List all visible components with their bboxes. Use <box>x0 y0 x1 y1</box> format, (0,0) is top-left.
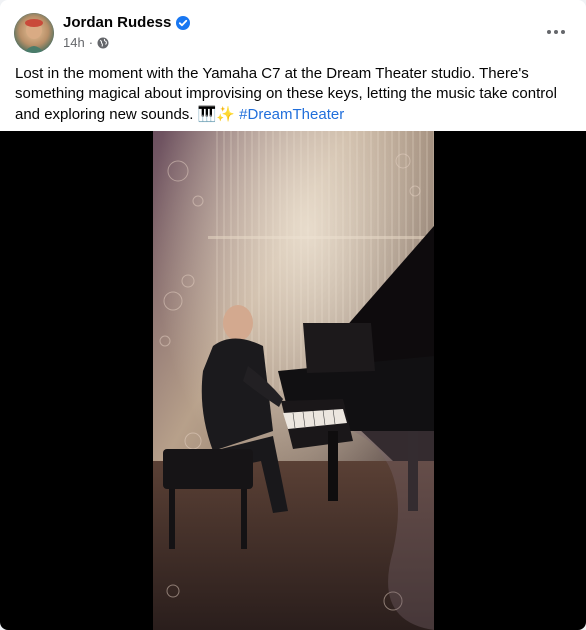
globe-icon[interactable] <box>97 37 109 49</box>
post-caption: Lost in the moment with the Yamaha C7 at… <box>15 64 575 125</box>
more-options-icon[interactable] <box>538 18 574 46</box>
video-player[interactable] <box>153 131 434 630</box>
meta-separator: · <box>88 35 94 50</box>
author-avatar[interactable] <box>14 13 54 53</box>
media-container <box>0 131 586 630</box>
author-name[interactable]: Jordan Rudess <box>63 14 171 31</box>
caption-emojis: 🎹✨ <box>197 105 235 123</box>
post-header: Jordan Rudess 14h · <box>0 0 586 60</box>
verified-badge-icon <box>176 15 191 30</box>
post-card: Jordan Rudess 14h · Lost in the moment w… <box>0 0 586 630</box>
hashtag-link[interactable]: #DreamTheater <box>239 106 344 123</box>
post-timestamp[interactable]: 14h <box>63 35 85 50</box>
author-row: Jordan Rudess <box>63 14 191 31</box>
post-meta: 14h · <box>63 35 109 50</box>
